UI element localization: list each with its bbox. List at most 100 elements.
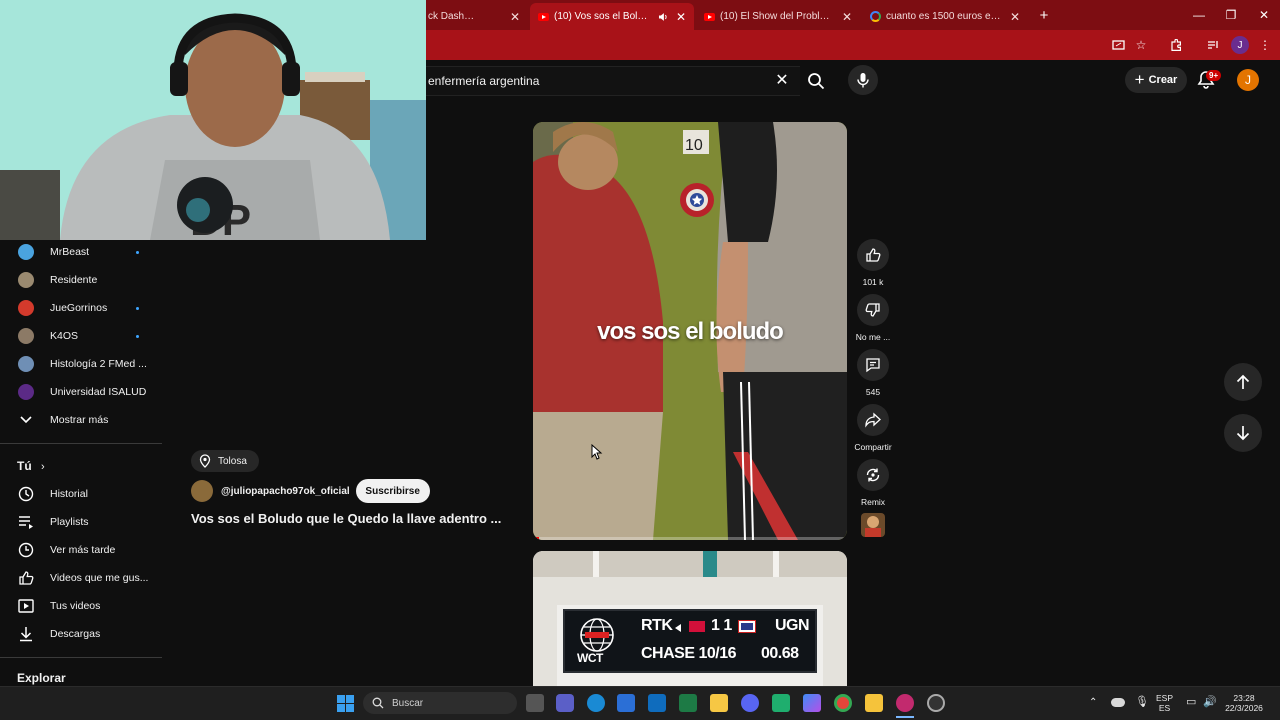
app-icon[interactable] <box>772 694 790 712</box>
windows-start-icon[interactable] <box>337 695 354 712</box>
short-title[interactable]: Vos sos el Boludo que le Quedo la llave … <box>191 511 501 526</box>
sidebar-item-historial[interactable]: Historial <box>0 480 160 508</box>
profile-avatar[interactable]: J <box>1231 36 1249 54</box>
sidebar-item-ver-mas-tarde[interactable]: Ver más tarde <box>0 536 160 564</box>
sound-thumbnail[interactable] <box>861 513 885 537</box>
speaker-icon[interactable] <box>658 12 668 22</box>
extensions-icon[interactable] <box>1167 36 1185 54</box>
sidebar-item-mrbeast[interactable]: MrBeast <box>0 238 160 266</box>
comments-button[interactable] <box>857 349 889 381</box>
search-icon <box>808 73 825 90</box>
language-indicator[interactable]: ESP ES <box>1156 693 1173 713</box>
volume-icon[interactable]: 🔊 <box>1203 697 1217 708</box>
microphone-icon[interactable]: 🎙 <box>1135 697 1149 708</box>
new-tab-button[interactable]: + <box>1028 0 1060 30</box>
channel-avatar[interactable] <box>191 480 213 502</box>
thumbs-up-icon <box>866 248 881 262</box>
sidebar-item-playlists[interactable]: Playlists <box>0 508 160 536</box>
sidebar-item-label: Descargas <box>50 628 101 640</box>
channel-name[interactable]: @juliopapacho97ok_oficial <box>221 486 350 497</box>
user-avatar[interactable]: J <box>1237 69 1259 91</box>
location-chip[interactable]: Tolosa <box>191 450 259 472</box>
sidebar-show-more[interactable]: Mostrar más <box>0 406 160 434</box>
video-progress-bar[interactable] <box>533 537 847 540</box>
remix-icon <box>866 468 880 482</box>
task-view-icon[interactable] <box>526 694 544 712</box>
restore-button[interactable]: ❐ <box>1215 0 1247 30</box>
tab-title: (10) El Show del Problema: Pro <box>720 11 834 22</box>
comments-action: 545 <box>856 349 890 397</box>
subscribe-button[interactable]: Suscribirse <box>355 479 430 503</box>
file-explorer-icon[interactable] <box>865 694 883 712</box>
outlook-icon[interactable] <box>648 694 666 712</box>
you-heading-label: Tú <box>17 459 32 473</box>
copilot-icon[interactable] <box>803 694 821 712</box>
tab-close-icon[interactable]: ✕ <box>676 10 686 24</box>
media-control-icon[interactable] <box>1204 36 1222 54</box>
sidebar-item-histologia[interactable]: Histología 2 FMed ... <box>0 350 160 378</box>
excel-icon[interactable] <box>679 694 697 712</box>
chrome-profile-icon[interactable] <box>896 694 914 712</box>
like-action: 101 k <box>856 239 890 287</box>
discord-icon[interactable] <box>741 694 759 712</box>
search-input[interactable]: enfermería argentina <box>426 66 800 96</box>
tab-dashboard[interactable]: ck Dashboard ✕ <box>420 3 528 30</box>
edge-icon[interactable] <box>587 694 605 712</box>
sidebar-item-residente[interactable]: Residente <box>0 266 160 294</box>
sidebar-item-juegorrinos[interactable]: JueGorrinos <box>0 294 160 322</box>
previous-short-button[interactable] <box>1224 363 1262 401</box>
sidebar-you-heading[interactable]: Tú › <box>17 459 45 473</box>
next-short-button[interactable] <box>1224 414 1262 452</box>
comment-count: 545 <box>865 387 881 397</box>
tab-vos-sos-el-boludo[interactable]: (10) Vos sos el Boludo que ✕ <box>530 3 694 30</box>
search-icon <box>372 697 384 709</box>
dislike-button[interactable] <box>857 294 889 326</box>
chrome-icon[interactable] <box>834 694 852 712</box>
tab-title: cuanto es 1500 euros en pesos <box>886 11 1002 22</box>
remix-button[interactable] <box>857 459 889 491</box>
sidebar-item-label: K4OS <box>50 330 79 342</box>
chevron-down-icon <box>17 411 35 429</box>
onedrive-icon[interactable] <box>1111 698 1125 707</box>
network-icon[interactable]: ▭ <box>1186 697 1196 708</box>
close-window-button[interactable]: ✕ <box>1248 0 1280 30</box>
windows-taskbar <box>0 686 1280 720</box>
minimize-button[interactable]: — <box>1183 0 1215 30</box>
sidebar-item-label: MrBeast <box>50 246 90 258</box>
tab-close-icon[interactable]: ✕ <box>1010 10 1020 24</box>
wct-logo: WCT <box>577 651 603 665</box>
channel-avatar <box>17 243 35 261</box>
tab-el-show-del-problema[interactable]: (10) El Show del Problema: Pro ✕ <box>696 3 860 30</box>
clock[interactable]: 23:28 22/3/2026 <box>1222 693 1266 713</box>
tab-close-icon[interactable]: ✕ <box>510 10 520 24</box>
menu-kebab-icon[interactable]: ⋮ <box>1256 36 1274 54</box>
share-icon <box>865 412 881 428</box>
next-short-preview[interactable]: WCT RTK 1 1 UGN CHASE 10/16 00.68 <box>533 551 847 686</box>
serve-arrow-icon <box>675 624 681 632</box>
tab-close-icon[interactable]: ✕ <box>842 10 852 24</box>
obs-icon[interactable] <box>927 694 945 712</box>
voice-search-button[interactable] <box>848 65 878 95</box>
bookmark-star-icon[interactable]: ☆ <box>1132 36 1150 54</box>
sticky-notes-icon[interactable] <box>710 694 728 712</box>
clear-search-icon[interactable]: ✕ <box>772 70 792 90</box>
chevron-up-icon[interactable]: ⌃ <box>1089 698 1097 708</box>
teams-icon[interactable] <box>556 694 574 712</box>
cast-icon[interactable] <box>1109 36 1127 54</box>
short-video-player[interactable]: 10 vos sos el boludo <box>533 122 847 540</box>
sidebar-item-k4os[interactable]: K4OS <box>0 322 160 350</box>
create-button[interactable]: + Crear <box>1125 67 1187 93</box>
taskbar-search[interactable]: Buscar <box>363 692 517 714</box>
channel-avatar <box>17 299 35 317</box>
sidebar-item-label: Ver más tarde <box>50 544 116 556</box>
tab-google-search[interactable]: cuanto es 1500 euros en pesos ✕ <box>862 3 1028 30</box>
store-icon[interactable] <box>617 694 635 712</box>
channel-avatar <box>17 383 35 401</box>
sidebar-item-isalud[interactable]: Universidad ISALUD <box>0 378 160 406</box>
sidebar-item-descargas[interactable]: Descargas <box>0 620 160 648</box>
like-button[interactable] <box>857 239 889 271</box>
share-button[interactable] <box>857 404 889 436</box>
sidebar-item-liked-videos[interactable]: Videos que me gus... <box>0 564 160 592</box>
sidebar-item-tus-videos[interactable]: Tus videos <box>0 592 160 620</box>
search-button[interactable] <box>800 66 832 96</box>
